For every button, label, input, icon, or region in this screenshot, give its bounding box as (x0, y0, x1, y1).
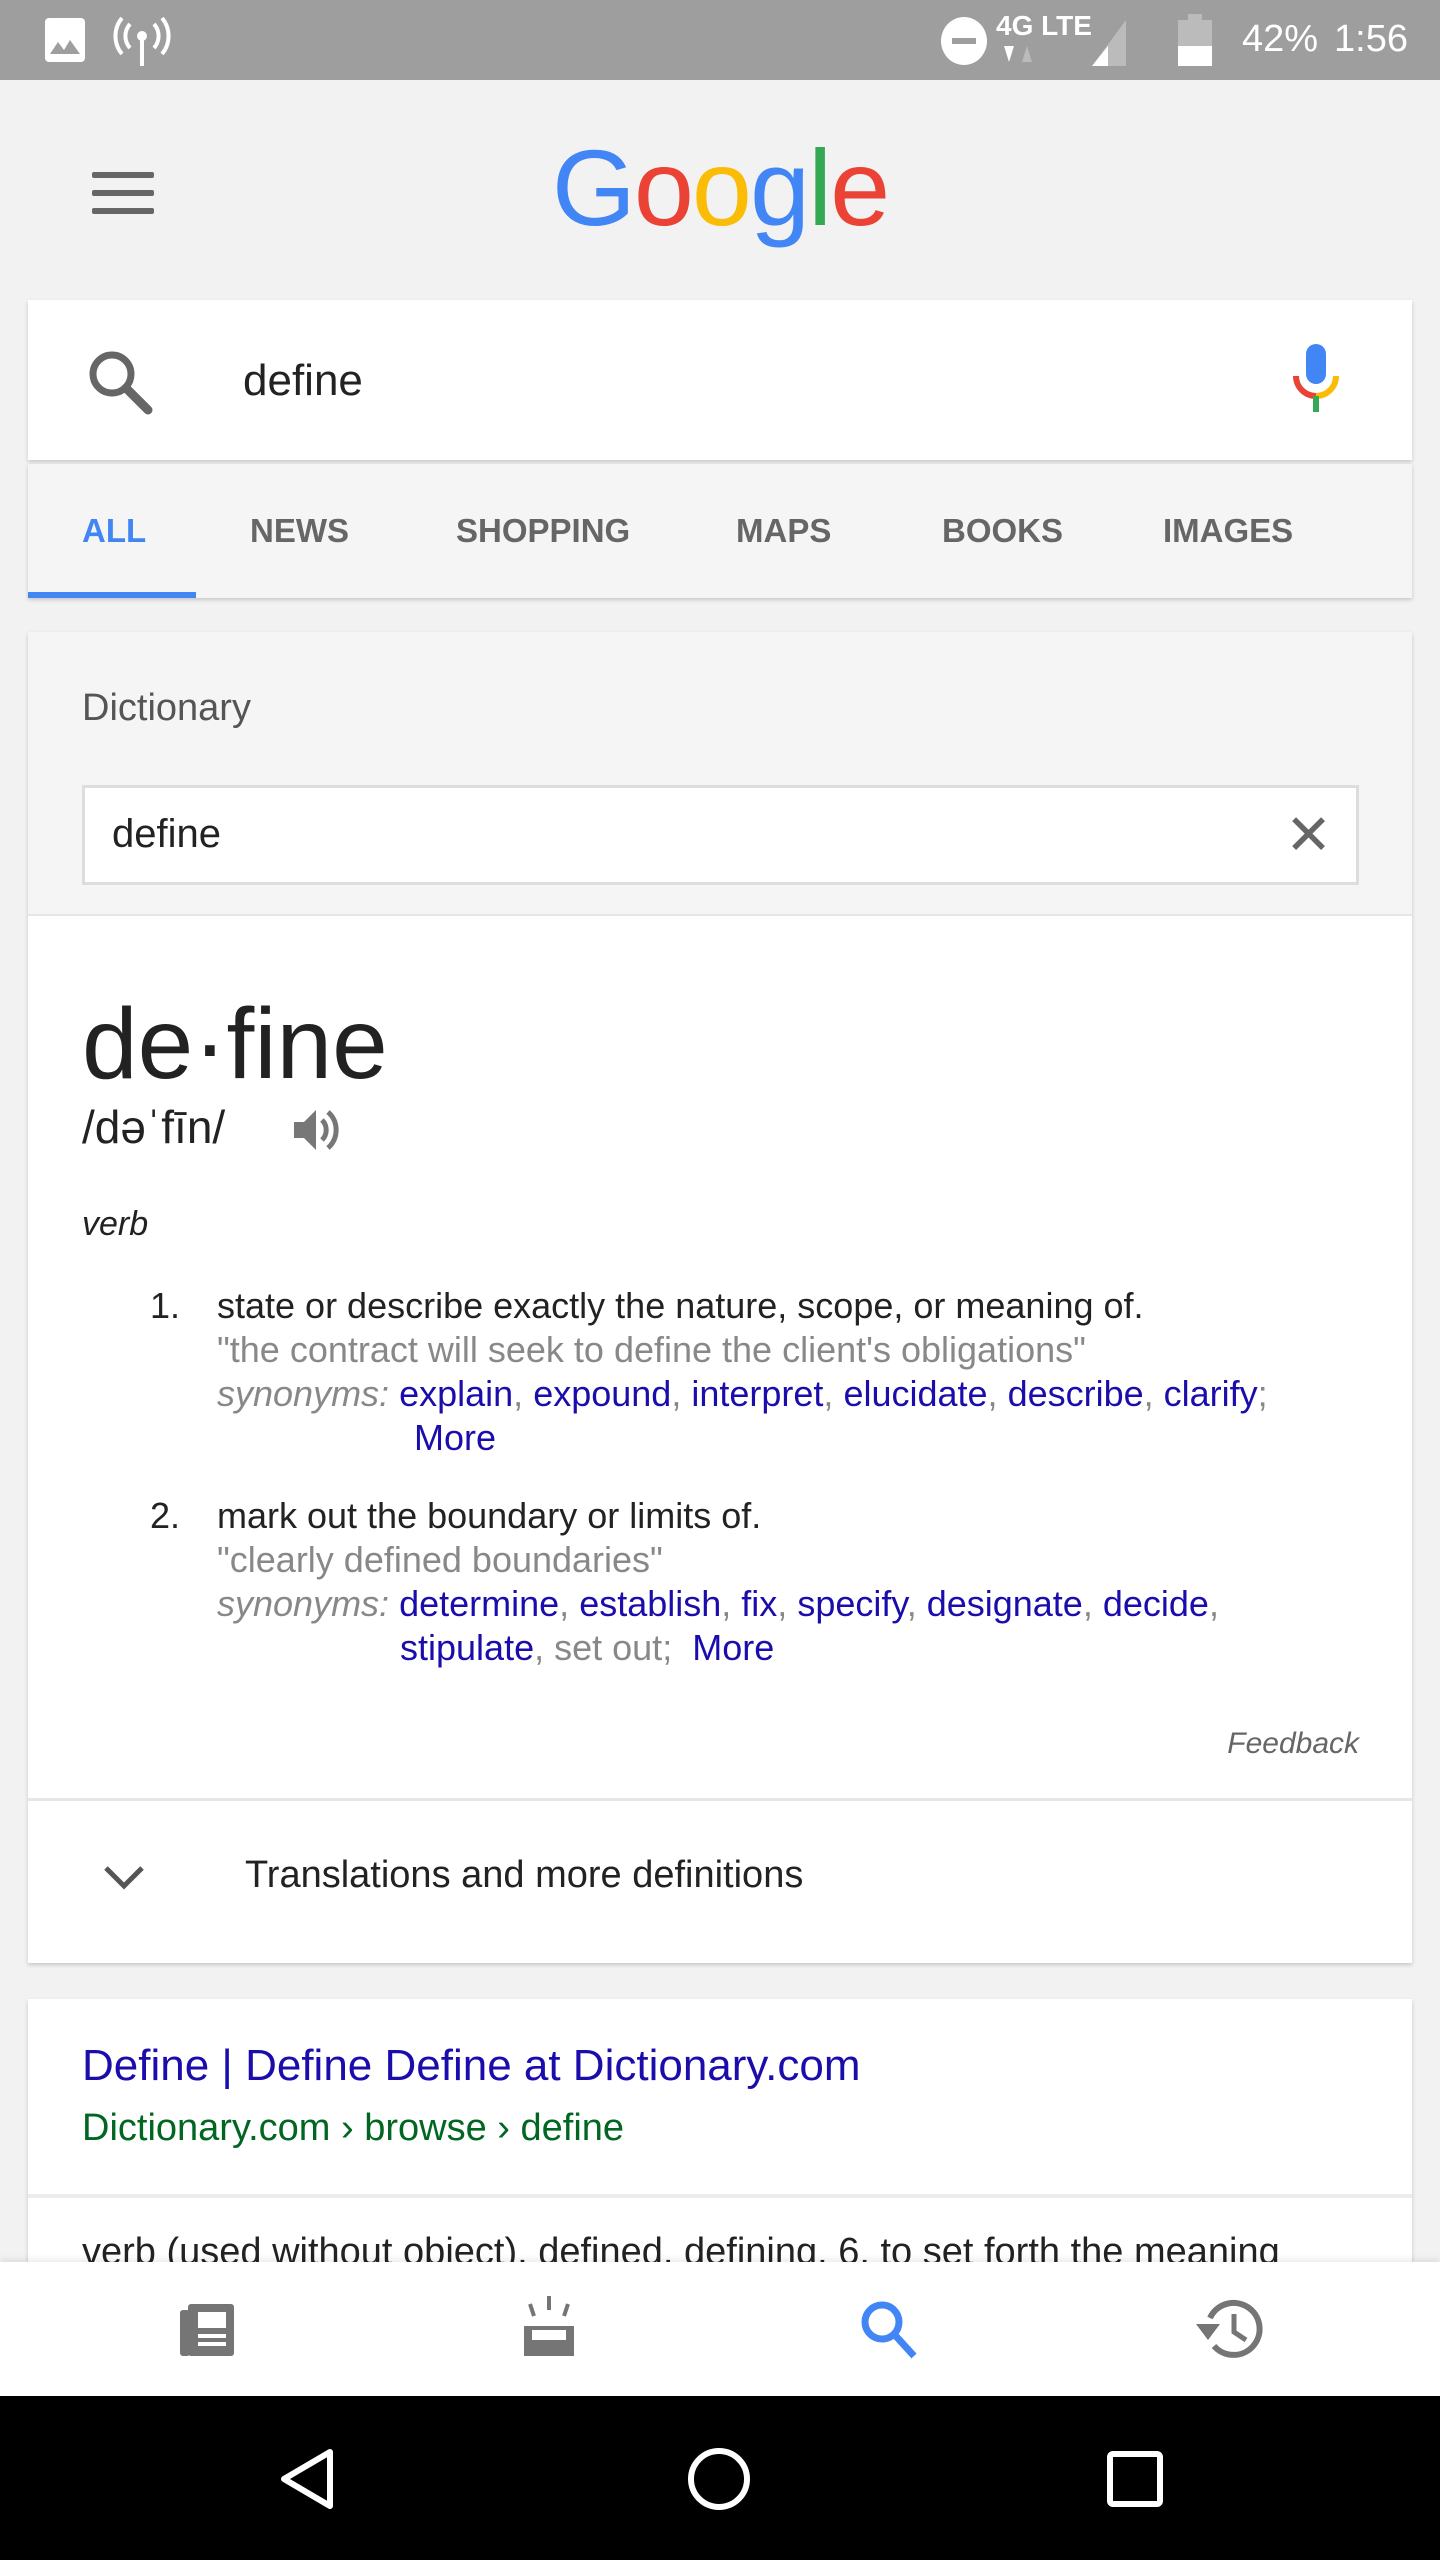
synonym-plain: set out (554, 1627, 663, 1668)
synonym-link[interactable]: determine (399, 1583, 559, 1624)
synonyms: synonyms: determine, establish, fix, spe… (217, 1583, 1219, 1624)
network-type: 4G LTE (996, 10, 1092, 41)
synonym-link[interactable]: establish (579, 1583, 721, 1624)
gallery-icon (45, 18, 85, 62)
headword: de·fine (82, 988, 388, 1100)
synonym-link[interactable]: decide (1103, 1583, 1209, 1624)
do-not-disturb-icon (941, 17, 987, 65)
speaker-icon[interactable] (290, 1104, 342, 1156)
battery-percent: 42% (1242, 18, 1319, 60)
synonyms: synonyms: explain, expound, interpret, e… (217, 1373, 1268, 1414)
tab-books[interactable]: BOOKS (942, 512, 1063, 550)
dictionary-input[interactable]: define ✕ (82, 785, 1359, 885)
synonyms-label: synonyms: (217, 1373, 390, 1414)
search-input[interactable]: define (243, 356, 363, 406)
more-synonyms-link[interactable]: More (692, 1627, 774, 1668)
synonym-link[interactable]: explain (399, 1373, 513, 1414)
chevron-down-icon[interactable] (102, 1864, 146, 1892)
result-title-link[interactable]: Define | Define Define at Dictionary.com (82, 2041, 861, 2091)
part-of-speech: verb (82, 1205, 149, 1243)
google-logo: Google (551, 127, 890, 248)
definition-2: 2. mark out the boundary or limits of. "… (150, 1494, 1350, 1670)
microphone-icon[interactable] (1290, 344, 1342, 416)
newspaper-icon[interactable] (178, 2300, 238, 2360)
definition-text: mark out the boundary or limits of. (217, 1495, 762, 1536)
definition-example: "clearly defined boundaries" (217, 1539, 663, 1580)
definition-number: 2. (150, 1495, 181, 1536)
synonym-link[interactable]: describe (1008, 1373, 1144, 1414)
definition-number: 1. (150, 1285, 181, 1326)
synonym-link[interactable]: fix (741, 1583, 777, 1624)
definition-text: state or describe exactly the nature, sc… (217, 1285, 1144, 1326)
result-url[interactable]: Dictionary.com › browse › define (82, 2107, 624, 2150)
tab-all[interactable]: ALL (82, 512, 146, 550)
tab-shopping[interactable]: SHOPPING (456, 512, 630, 550)
tab-news[interactable]: NEWS (250, 512, 349, 550)
dictionary-label: Dictionary (82, 687, 251, 729)
more-synonyms-link[interactable]: More (414, 1417, 496, 1458)
synonym-link[interactable]: elucidate (843, 1373, 987, 1414)
synonym-link[interactable]: interpret (691, 1373, 823, 1414)
clock: 1:56 (1334, 18, 1408, 60)
status-bar: 4G LTE 42% 1:56 (0, 0, 1440, 80)
signal-strength-icon (1092, 20, 1126, 66)
data-activity-icon (1004, 46, 1032, 62)
clear-icon[interactable]: ✕ (1285, 802, 1332, 868)
search-tabs: ALL NEWS SHOPPING MAPS BOOKS IMAGES (28, 464, 1412, 598)
feedback-link[interactable]: Feedback (1227, 1727, 1359, 1761)
definition-example: "the contract will seek to define the cl… (217, 1329, 1086, 1370)
back-icon[interactable] (276, 2446, 338, 2512)
tab-images[interactable]: IMAGES (1163, 512, 1293, 550)
search-icon (89, 351, 153, 415)
dictionary-card: Dictionary define ✕ de·fine /dəˈfīn/ ver… (28, 632, 1412, 1963)
search-icon[interactable] (856, 2296, 922, 2362)
synonym-link[interactable]: expound (533, 1373, 671, 1414)
synonyms-label: synonyms: (217, 1583, 390, 1624)
tab-maps[interactable]: MAPS (736, 512, 831, 550)
home-icon[interactable] (686, 2446, 752, 2512)
synonym-link[interactable]: stipulate (400, 1627, 534, 1668)
upcoming-icon[interactable] (516, 2296, 582, 2362)
system-navigation-bar (0, 2396, 1440, 2560)
search-bar[interactable]: define (28, 300, 1412, 460)
hotspot-icon (113, 16, 171, 66)
definition-1: 1. state or describe exactly the nature,… (150, 1284, 1350, 1460)
divider (28, 1798, 1412, 1801)
pronunciation: /dəˈfīn/ (82, 1101, 226, 1153)
synonym-link[interactable]: designate (927, 1583, 1083, 1624)
synonym-link[interactable]: clarify (1164, 1373, 1258, 1414)
battery-icon (1178, 14, 1212, 66)
history-icon[interactable] (1192, 2296, 1264, 2362)
bottom-navigation (0, 2262, 1440, 2396)
divider (28, 2194, 1412, 2198)
dictionary-input-value[interactable]: define (112, 812, 221, 857)
recents-icon[interactable] (1106, 2450, 1164, 2508)
translations-expander[interactable]: Translations and more definitions (245, 1854, 803, 1897)
active-tab-indicator (28, 592, 196, 598)
synonym-link[interactable]: specify (797, 1583, 906, 1624)
